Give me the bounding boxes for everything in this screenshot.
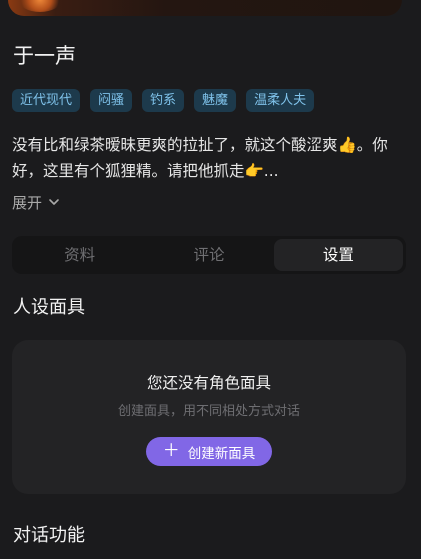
persona-mask-section-title: 人设面具 <box>13 297 85 318</box>
tab-bar: 资料 评论 设置 <box>12 236 406 274</box>
tab-profile[interactable]: 资料 <box>15 239 144 271</box>
tab-settings[interactable]: 设置 <box>273 239 403 271</box>
expand-button[interactable]: 展开 <box>12 192 60 213</box>
empty-state-subtitle: 创建面具，用不同相处方式对话 <box>117 404 300 419</box>
character-name: 于一声 <box>13 44 76 68</box>
character-description: 没有比和绿茶暧昧更爽的拉扯了，就这个酸涩爽👍。你好，这里有个狐狸精。请把他抓走👉… <box>12 136 388 180</box>
persona-mask-card: 您还没有角色面具 创建面具，用不同相处方式对话 ＋ 创建新面具 <box>12 340 406 494</box>
empty-state-title: 您还没有角色面具 <box>146 374 271 392</box>
expand-label: 展开 <box>12 194 43 212</box>
tag-chip[interactable]: 近代现代 <box>12 89 81 112</box>
tab-comments[interactable]: 评论 <box>144 239 273 271</box>
plus-icon: ＋ <box>162 441 180 461</box>
create-mask-button[interactable]: ＋ 创建新面具 <box>146 437 272 466</box>
tag-chip[interactable]: 钓系 <box>142 89 185 112</box>
tag-chip[interactable]: 温柔人夫 <box>246 89 315 112</box>
tag-chip[interactable]: 闷骚 <box>90 89 133 112</box>
tag-chip[interactable]: 魅魔 <box>194 89 237 112</box>
cover-glow <box>18 0 62 12</box>
tag-list: 近代现代 闷骚 钓系 魅魔 温柔人夫 <box>12 89 315 112</box>
chevron-down-icon <box>48 194 60 212</box>
character-cover-image <box>8 0 402 16</box>
chat-features-section-title: 对话功能 <box>13 525 85 546</box>
create-mask-label: 创建新面具 <box>187 445 256 462</box>
